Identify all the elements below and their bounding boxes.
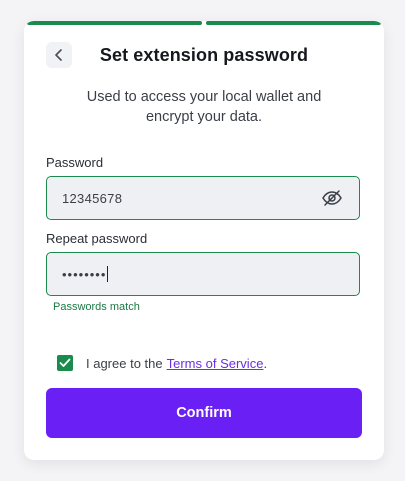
- repeat-password-label: Repeat password: [46, 231, 148, 246]
- checkmark-icon: [59, 358, 71, 367]
- terms-checkbox[interactable]: [57, 355, 73, 371]
- confirm-button[interactable]: Confirm: [46, 388, 362, 438]
- terms-of-service-link[interactable]: Terms of Service: [167, 356, 264, 371]
- progress-step-1: [27, 21, 202, 25]
- terms-suffix: .: [263, 355, 268, 371]
- password-label: Password: [46, 155, 104, 170]
- repeat-password-value: ••••••••: [62, 266, 107, 282]
- page-subtitle: Used to access your local wallet and enc…: [86, 89, 322, 125]
- password-field[interactable]: 12345678: [46, 176, 360, 220]
- step-progress-bar: [27, 21, 381, 25]
- eye-off-icon: [322, 190, 342, 206]
- passwords-match-hint: Passwords match: [53, 301, 140, 313]
- password-value: 12345678: [62, 190, 123, 206]
- repeat-password-field[interactable]: ••••••••: [46, 252, 360, 296]
- terms-text: I agree to the: [86, 355, 163, 371]
- text-caret: [107, 266, 109, 282]
- password-setup-card: Set extension password Used to access yo…: [24, 21, 384, 460]
- page-title: Set extension password: [99, 45, 309, 65]
- terms-agreement: I agree to the Terms of Service .: [57, 355, 267, 371]
- progress-step-2: [206, 21, 381, 25]
- toggle-visibility-button[interactable]: [321, 188, 343, 208]
